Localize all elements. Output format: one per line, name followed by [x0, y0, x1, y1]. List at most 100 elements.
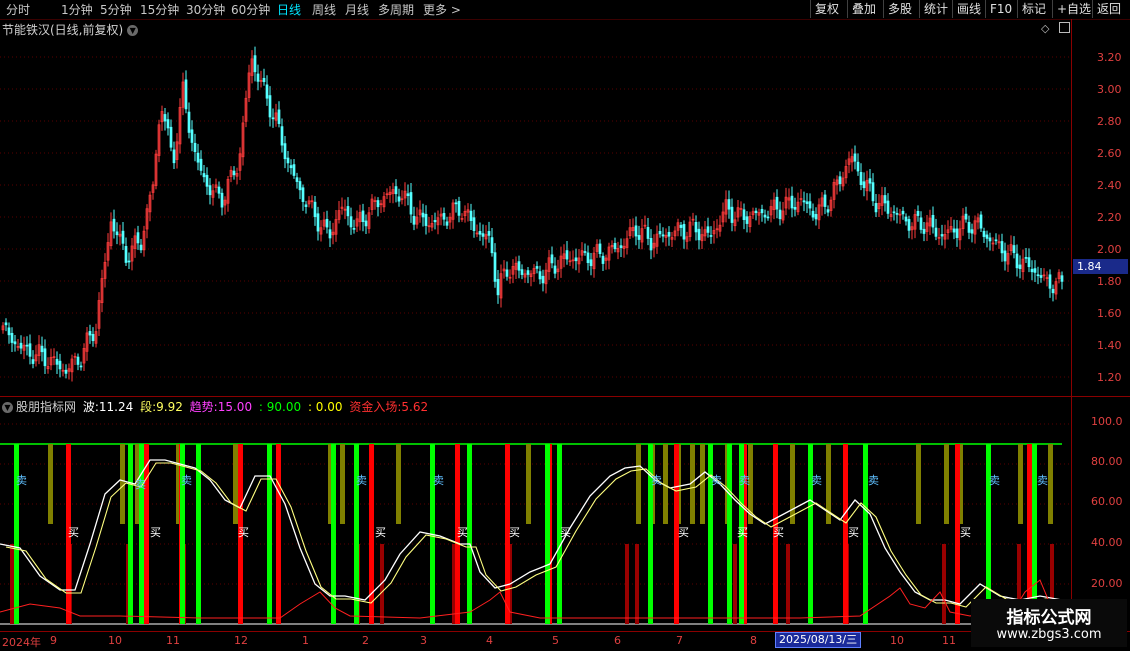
period-tab-weekly[interactable]: 周线 [312, 1, 336, 18]
candle-body [802, 200, 806, 203]
period-tab-more[interactable]: 更多 > [423, 1, 461, 18]
candle-body [754, 210, 758, 214]
candle-body [790, 195, 794, 209]
fund-bar [942, 544, 946, 624]
sell-text: 卖 [711, 474, 722, 487]
sell-zone-bar [700, 444, 705, 524]
candle-body [916, 210, 920, 216]
sell-text: 卖 [739, 474, 750, 487]
period-tab-timeshare[interactable]: 分时 [6, 1, 30, 18]
fund-label: 资金入场: [349, 400, 402, 414]
period-tab-30min[interactable]: 30分钟 [186, 1, 225, 18]
candle-body [538, 271, 542, 280]
candle-body [859, 172, 863, 186]
price-tick: 2.20 [1097, 211, 1122, 224]
window-toggle-icon[interactable] [1058, 22, 1070, 33]
chevron-down-icon[interactable]: ▼ [2, 402, 13, 413]
candle-body [856, 161, 860, 172]
date-label: 2024年 [2, 636, 41, 649]
candle-body [985, 234, 989, 239]
candle-body [619, 245, 623, 248]
candle-body [826, 209, 830, 213]
candle-body [574, 257, 578, 262]
candle-body [4, 322, 8, 326]
buy-text: 买 [960, 526, 971, 539]
candle-body [346, 206, 350, 217]
overlay-button[interactable]: 叠加 [847, 0, 883, 18]
watermark-url: www.zbgs3.com [996, 627, 1102, 642]
add-watchlist-button[interactable]: +自选 [1052, 0, 1092, 18]
period-tab-multi[interactable]: 多周期 [378, 1, 414, 18]
candle-body [163, 114, 167, 122]
sell-signal-bar [354, 444, 359, 624]
period-tab-60min[interactable]: 60分钟 [231, 1, 270, 18]
diamond-icon[interactable]: ◇ [1041, 22, 1049, 35]
candle-body [13, 341, 17, 345]
candle-body [193, 142, 197, 153]
line90-value: : 90.00 [258, 400, 302, 414]
candle-body [25, 344, 29, 347]
candlestick-chart[interactable] [0, 36, 1070, 396]
stats-button[interactable]: 统计 [919, 0, 952, 18]
buy-text: 买 [678, 526, 689, 539]
period-tab-5min[interactable]: 5分钟 [100, 1, 132, 18]
period-tab-monthly[interactable]: 月线 [345, 1, 369, 18]
candle-body [1051, 288, 1055, 294]
date-label: 4 [486, 634, 493, 647]
period-toolbar: 分时 1分钟 5分钟 15分钟 30分钟 60分钟 日线 周线 月线 多周期 更… [0, 0, 1130, 20]
candle-body [952, 228, 956, 233]
candle-body [19, 342, 23, 349]
candle-body [745, 216, 749, 224]
f10-button[interactable]: F10 [985, 0, 1017, 18]
candle-body [298, 181, 302, 191]
back-button[interactable]: 返回 [1092, 0, 1129, 18]
candle-body [613, 243, 617, 250]
candle-body [328, 229, 332, 239]
period-tab-15min[interactable]: 15分钟 [140, 1, 179, 18]
trend-value: 15.00 [217, 400, 253, 414]
candle-body [1060, 275, 1064, 282]
candle-body [55, 358, 59, 365]
period-tab-1min[interactable]: 1分钟 [61, 1, 93, 18]
date-label: 2 [362, 634, 369, 647]
candle-body [871, 182, 875, 202]
candle-body [481, 233, 485, 237]
wave-label: 波: [82, 400, 99, 414]
fuquan-button[interactable]: 复权 [810, 0, 847, 18]
indicator-title-bar: ▼ 股朋指标网 波:11.24 段:9.92 趋势:15.00 : 90.00 :… [2, 398, 428, 415]
date-label: 6 [614, 634, 621, 647]
candle-body [904, 216, 908, 222]
date-label: 11 [942, 634, 956, 647]
candle-body [706, 226, 710, 233]
watermark-title: 指标公式网 [1006, 608, 1092, 628]
candle-body [91, 333, 95, 342]
sell-text: 卖 [16, 474, 27, 487]
more-label: 更多 [423, 3, 448, 17]
candle-body [271, 117, 275, 120]
candle-body [1000, 241, 1004, 254]
sell-zone-bar [790, 444, 795, 524]
candle-body [526, 270, 530, 275]
candle-body [364, 220, 368, 227]
candle-body [646, 227, 650, 239]
stock-title: 节能铁汉(日线,前复权) [2, 23, 124, 37]
candle-body [253, 55, 257, 73]
date-label: 12 [234, 634, 248, 647]
multi-stock-button[interactable]: 多股 [883, 0, 919, 18]
mark-button[interactable]: 标记 [1017, 0, 1052, 18]
buy-text: 买 [375, 526, 386, 539]
candle-body [886, 200, 890, 214]
draw-line-button[interactable]: 画线 [952, 0, 985, 18]
candle-body [361, 210, 365, 223]
chevron-down-icon[interactable]: ▼ [127, 25, 139, 36]
sell-zone-bar [340, 444, 345, 524]
date-label: 7 [676, 634, 683, 647]
sell-signal-bar [267, 444, 272, 624]
candle-body [955, 228, 959, 238]
indicator-chart[interactable]: 买 买 买 买 买 买 买 买 买 买 买 买 卖 卖 卖 卖 卖 卖 卖 卖 卖 卖 卖 卖 [0, 414, 1070, 630]
candle-body [208, 185, 212, 196]
seg-value: 9.92 [156, 400, 183, 414]
sell-signal-bar [545, 444, 550, 624]
candle-body [394, 186, 398, 195]
period-tab-daily[interactable]: 日线 [277, 1, 301, 18]
